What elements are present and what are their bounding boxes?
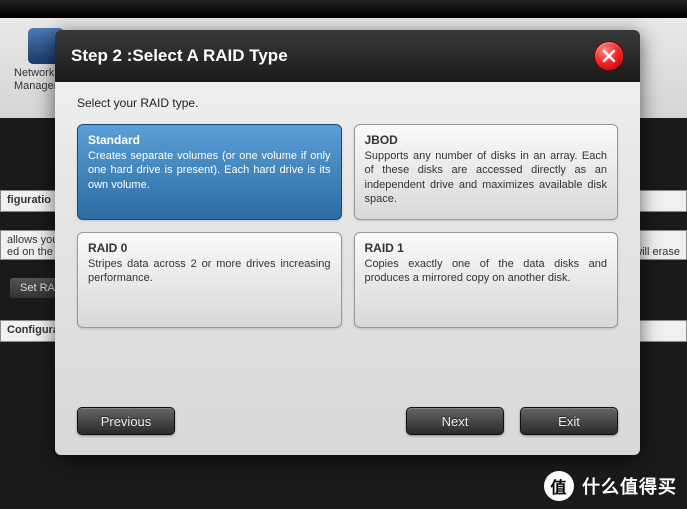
bg-text-right: will erase bbox=[634, 246, 680, 258]
raid-title: Standard bbox=[88, 133, 331, 147]
exit-button[interactable]: Exit bbox=[520, 407, 618, 435]
bg-text-line2: ed on the h bbox=[7, 246, 62, 258]
footer-right-group: Next Exit bbox=[406, 407, 618, 435]
raid-title: RAID 1 bbox=[365, 241, 608, 255]
raid-desc: Copies exactly one of the data disks and… bbox=[365, 257, 608, 286]
raid-title: RAID 0 bbox=[88, 241, 331, 255]
raid-option-standard[interactable]: Standard Creates separate volumes (or on… bbox=[77, 124, 342, 220]
close-button[interactable] bbox=[594, 41, 624, 71]
dialog-prompt: Select your RAID type. bbox=[77, 96, 618, 110]
app-topbar bbox=[0, 0, 687, 18]
previous-button[interactable]: Previous bbox=[77, 407, 175, 435]
dialog-title: Step 2 :Select A RAID Type bbox=[71, 46, 288, 66]
watermark-text: 什么值得买 bbox=[582, 473, 677, 499]
dialog-footer: Previous Next Exit bbox=[55, 393, 640, 455]
raid-title: JBOD bbox=[365, 133, 608, 147]
raid-desc: Creates separate volumes (or one volume … bbox=[88, 149, 331, 192]
raid-option-raid1[interactable]: RAID 1 Copies exactly one of the data di… bbox=[354, 232, 619, 328]
raid-option-raid0[interactable]: RAID 0 Stripes data across 2 or more dri… bbox=[77, 232, 342, 328]
close-icon bbox=[602, 49, 616, 63]
dialog-header: Step 2 :Select A RAID Type bbox=[55, 30, 640, 82]
dialog-body: Select your RAID type. Standard Creates … bbox=[55, 82, 640, 342]
raid-desc: Stripes data across 2 or more drives inc… bbox=[88, 257, 331, 286]
raid-desc: Supports any number of disks in an array… bbox=[365, 149, 608, 206]
watermark-badge: 值 bbox=[544, 471, 574, 501]
watermark: 值 什么值得买 bbox=[544, 471, 677, 501]
next-button[interactable]: Next bbox=[406, 407, 504, 435]
raid-type-dialog: Step 2 :Select A RAID Type Select your R… bbox=[55, 30, 640, 455]
raid-options-grid: Standard Creates separate volumes (or on… bbox=[77, 124, 618, 328]
raid-option-jbod[interactable]: JBOD Supports any number of disks in an … bbox=[354, 124, 619, 220]
